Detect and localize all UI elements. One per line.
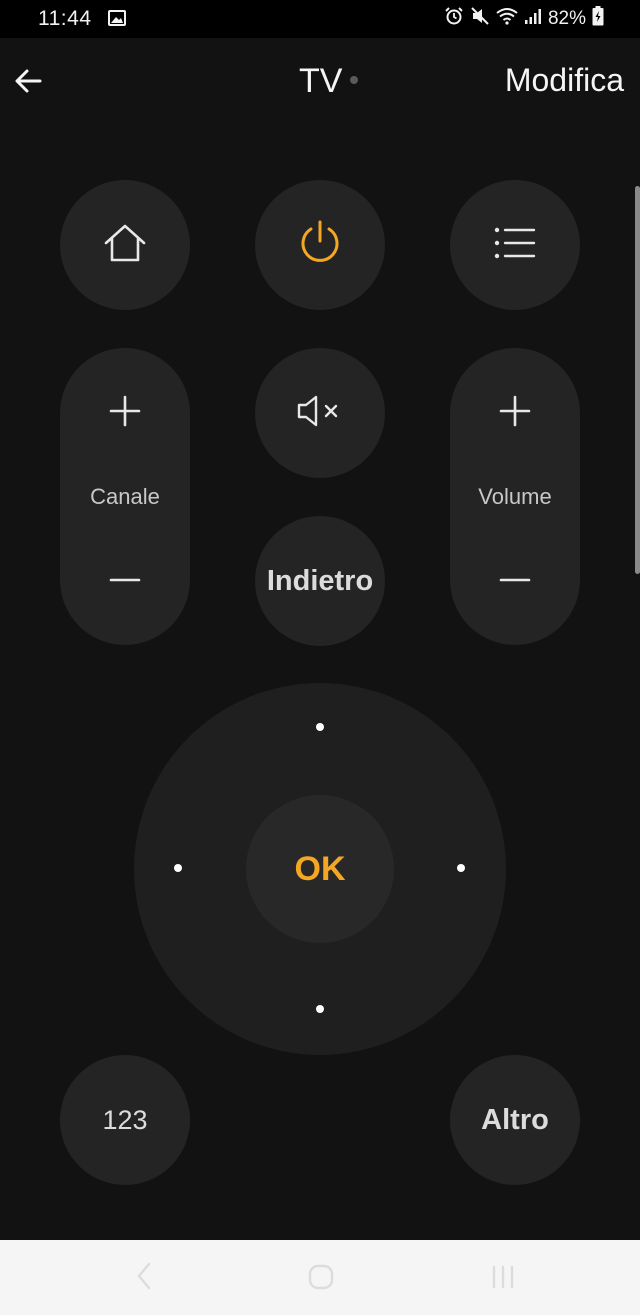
arrow-left-icon[interactable] (12, 64, 46, 98)
menu-button[interactable] (450, 180, 580, 310)
home-nav-icon[interactable] (308, 1264, 334, 1295)
numbers-label: 123 (102, 1104, 148, 1135)
power-icon (297, 219, 343, 272)
volume-label: Volume (478, 484, 552, 509)
app-bar: TV Modifica (0, 38, 640, 128)
recents-nav-icon[interactable] (490, 1264, 516, 1295)
minus-icon (109, 570, 141, 588)
wifi-icon (496, 7, 518, 31)
list-menu-icon (494, 227, 536, 264)
channel-up-button[interactable] (60, 378, 190, 448)
plus-icon (109, 395, 141, 432)
status-icons: 82% (444, 6, 604, 32)
ok-button[interactable]: OK (246, 795, 394, 943)
mute-icon (470, 6, 490, 32)
volume-up-button[interactable] (450, 378, 580, 448)
battery-percent: 82% (547, 8, 586, 29)
more-label: Altro (481, 1103, 549, 1136)
scrollbar[interactable] (635, 186, 640, 574)
channel-down-button[interactable] (60, 544, 190, 614)
system-nav-bar (0, 1240, 640, 1315)
home-icon (102, 222, 148, 269)
dpad-up[interactable] (316, 723, 324, 731)
status-bar: 11:44 82% (0, 0, 640, 38)
numbers-button[interactable]: 123 (60, 1055, 190, 1185)
volume-down-button[interactable] (450, 544, 580, 614)
page-title: TV (299, 62, 343, 100)
back-button[interactable]: Indietro (255, 516, 385, 646)
minus-icon (499, 570, 531, 588)
page-indicator-dot (350, 76, 358, 84)
channel-label: Canale (90, 484, 160, 509)
status-time: 11:44 (38, 7, 92, 30)
alarm-icon (444, 6, 464, 32)
edit-button[interactable]: Modifica (505, 62, 624, 99)
mute-button[interactable] (255, 348, 385, 478)
mute-speaker-icon (296, 393, 344, 434)
signal-icon (524, 7, 542, 31)
more-button[interactable]: Altro (450, 1055, 580, 1185)
power-button[interactable] (255, 180, 385, 310)
dpad-down[interactable] (316, 1005, 324, 1013)
volume-control: Volume (450, 348, 580, 645)
back-nav-icon[interactable] (136, 1262, 152, 1295)
channel-control: Canale (60, 348, 190, 645)
dpad-right[interactable] (457, 864, 465, 872)
battery-charging-icon (592, 6, 604, 32)
back-button-label: Indietro (266, 564, 374, 597)
home-button[interactable] (60, 180, 190, 310)
remote-screen: 11:44 82% TV Modifica Canale Indietro Vo… (0, 0, 640, 1315)
ok-label: OK (294, 849, 346, 888)
image-icon (108, 10, 126, 31)
plus-icon (499, 395, 531, 432)
dpad-left[interactable] (174, 864, 182, 872)
